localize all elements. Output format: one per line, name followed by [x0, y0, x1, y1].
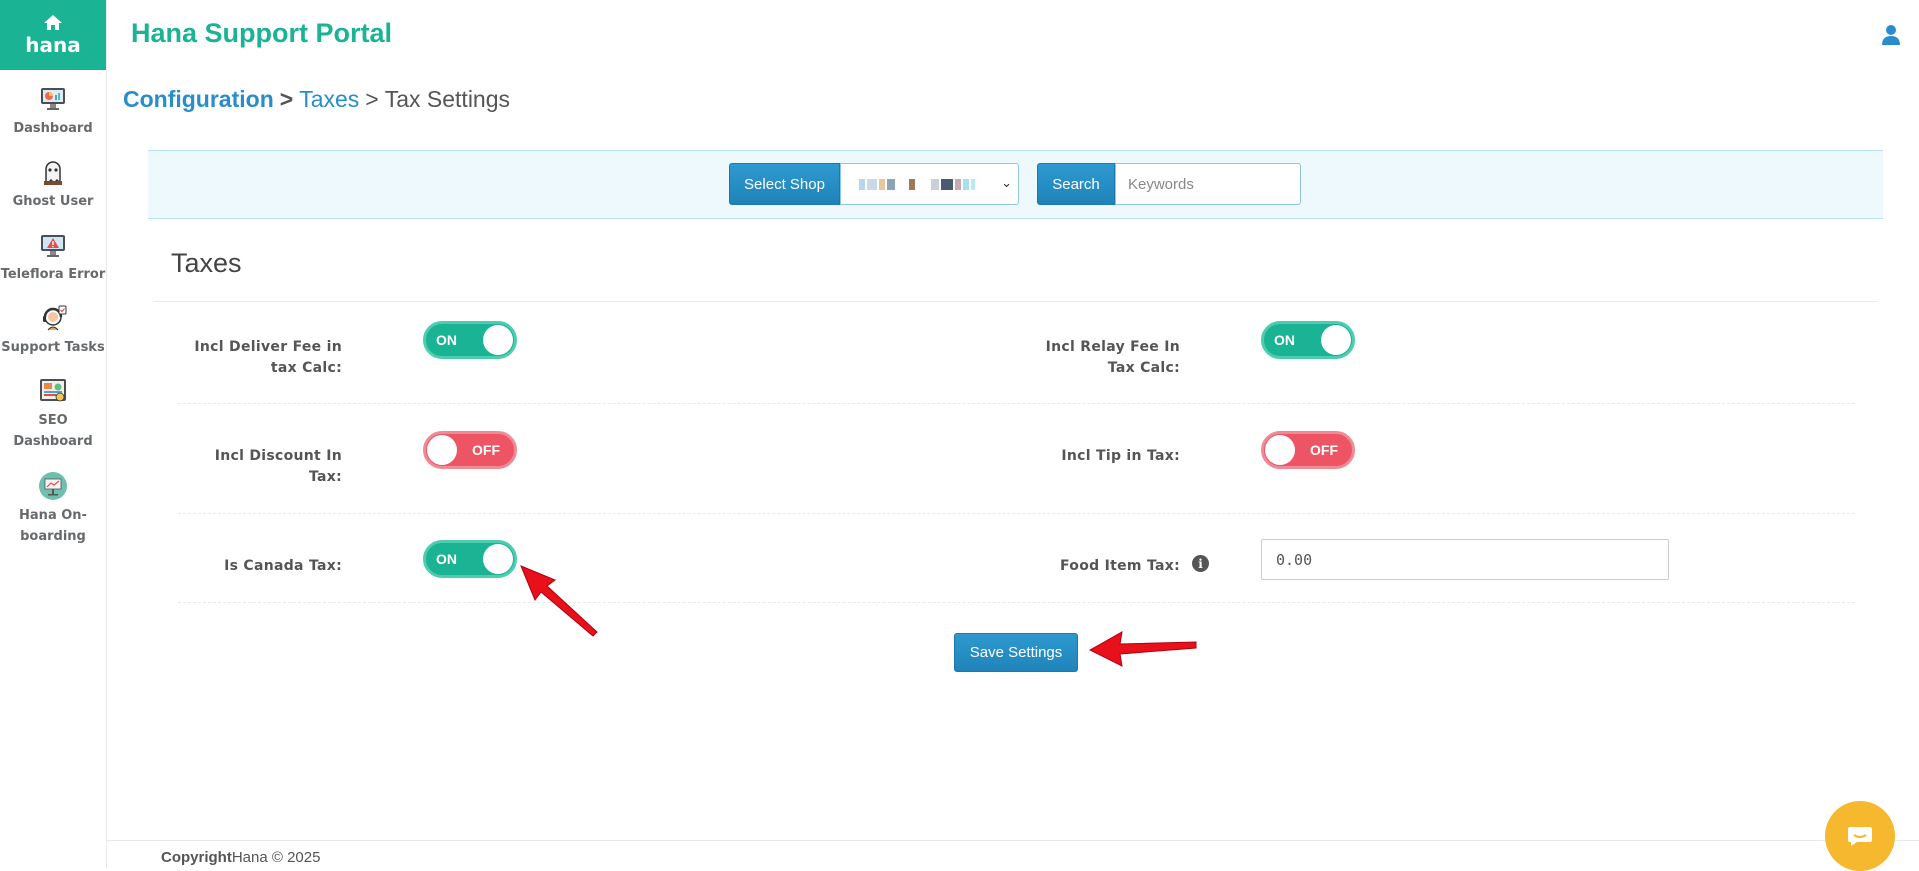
seo-dashboard-icon — [38, 376, 68, 406]
ghost-icon — [38, 157, 68, 187]
incl-relay-fee-toggle[interactable]: ON — [1261, 321, 1355, 359]
incl-tip-toggle[interactable]: OFF — [1261, 431, 1355, 469]
top-header: Hana Support Portal — [107, 0, 1919, 70]
food-item-tax-input[interactable] — [1261, 539, 1669, 580]
shop-select[interactable]: ⌄ — [840, 163, 1019, 205]
sidebar-item-label: Dashboard — [13, 121, 93, 136]
is-canada-tax-label: Is Canada Tax: — [224, 558, 342, 574]
food-item-tax-label: Food Item Tax: — [1059, 558, 1180, 574]
sidebar-item-label: Hana On-boarding — [19, 508, 87, 544]
footer: CopyrightHana © 2025 — [107, 840, 1919, 868]
chat-launcher-button[interactable] — [1825, 801, 1895, 871]
search-button[interactable]: Search — [1037, 163, 1115, 205]
chevron-down-icon: ⌄ — [1001, 176, 1012, 191]
breadcrumb-separator: > — [279, 86, 294, 112]
breadcrumb-taxes[interactable]: Taxes — [299, 86, 359, 112]
incl-discount-label: Incl Discount In Tax: — [214, 448, 342, 485]
dashboard-icon — [38, 84, 68, 114]
sidebar-item-hana-onboarding[interactable]: Hana On-boarding — [0, 457, 106, 552]
breadcrumb-tax-settings: Tax Settings — [384, 86, 511, 112]
brand-name: hana — [25, 32, 81, 57]
toggle-knob — [483, 325, 513, 355]
redacted-shop-name — [859, 178, 977, 190]
breadcrumb-configuration[interactable]: Configuration — [123, 86, 274, 112]
incl-relay-fee-label: Incl Relay Fee In Tax Calc: — [1045, 339, 1180, 376]
select-shop-button[interactable]: Select Shop — [729, 163, 840, 205]
breadcrumb-separator: > — [365, 86, 379, 112]
annotation-arrow-icon — [520, 565, 598, 637]
keywords-input[interactable] — [1115, 163, 1301, 205]
chat-bubble-icon — [1848, 827, 1872, 846]
sidebar-item-label: Teleflora Error — [0, 267, 106, 282]
sidebar-item-label: Ghost User — [12, 194, 94, 209]
incl-deliver-fee-toggle[interactable]: ON — [423, 321, 517, 359]
divider — [153, 301, 1877, 302]
sidebar-item-label: Support Tasks — [1, 340, 105, 355]
save-settings-button[interactable]: Save Settings — [954, 633, 1078, 672]
sidebar: hana Dashboard Ghost User Teleflora Erro… — [0, 0, 107, 868]
toggle-knob — [1265, 435, 1295, 465]
incl-deliver-fee-label: Incl Deliver Fee in tax Calc: — [194, 339, 342, 376]
sidebar-item-seo-dashboard[interactable]: SEO Dashboard — [0, 362, 106, 457]
incl-discount-toggle[interactable]: OFF — [423, 431, 517, 469]
toggle-knob — [1321, 325, 1351, 355]
row-divider — [178, 602, 1855, 603]
panel-title: Taxes — [171, 248, 242, 278]
support-agent-icon — [38, 303, 68, 333]
copyright-text: CopyrightHana © 2025 — [161, 849, 321, 866]
error-monitor-icon — [38, 230, 68, 260]
home-icon — [44, 14, 62, 30]
user-icon[interactable] — [1881, 24, 1901, 46]
filter-bar: Select Shop ⌄ Search — [148, 150, 1883, 219]
sidebar-item-dashboard[interactable]: Dashboard — [0, 70, 106, 143]
annotation-arrow-icon — [1088, 631, 1197, 667]
onboarding-icon — [38, 471, 68, 501]
incl-tip-label: Incl Tip in Tax: — [1061, 448, 1180, 464]
home-logo[interactable]: hana — [0, 0, 106, 70]
row-divider — [178, 403, 1855, 404]
sidebar-item-ghost-user[interactable]: Ghost User — [0, 143, 106, 216]
row-divider — [178, 513, 1855, 514]
is-canada-tax-toggle[interactable]: ON — [423, 540, 517, 578]
toggle-knob — [483, 544, 513, 574]
breadcrumb: Configuration > Taxes > Tax Settings — [123, 86, 510, 113]
info-icon[interactable]: i — [1192, 555, 1209, 572]
sidebar-item-teleflora-error[interactable]: Teleflora Error — [0, 216, 106, 289]
toggle-knob — [427, 435, 457, 465]
sidebar-item-label: SEO Dashboard — [13, 413, 93, 449]
sidebar-item-support-tasks[interactable]: Support Tasks — [0, 289, 106, 362]
app-title: Hana Support Portal — [131, 18, 393, 48]
